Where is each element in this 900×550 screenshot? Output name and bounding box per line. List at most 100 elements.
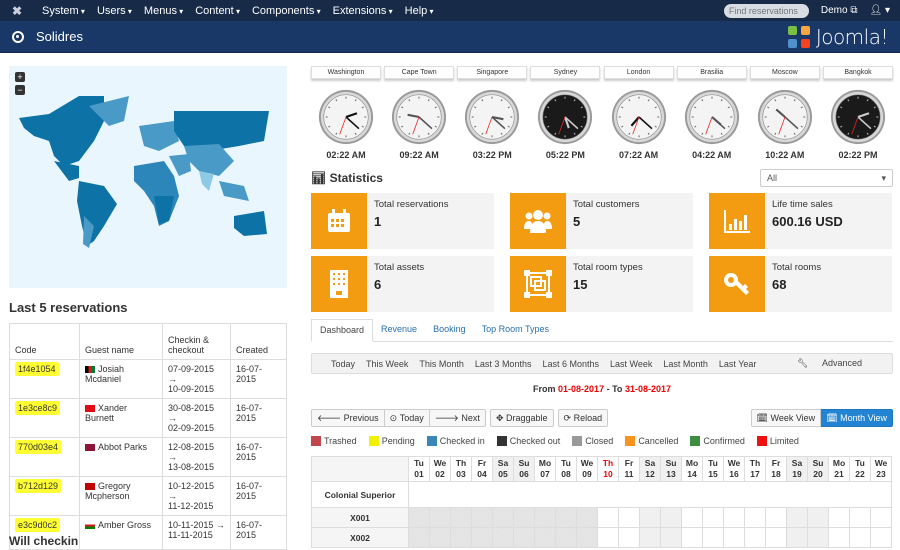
availability-cell[interactable] — [828, 507, 850, 528]
availability-cell[interactable] — [450, 507, 472, 528]
stat-label: Total reservations — [374, 199, 449, 210]
availability-cell[interactable] — [576, 507, 598, 528]
statistics-filter-select[interactable]: All ▾ — [760, 169, 893, 187]
availability-cell[interactable] — [849, 527, 871, 548]
stat-value: 1 — [374, 214, 382, 229]
availability-cell[interactable] — [807, 527, 829, 548]
day-number: 12 — [645, 469, 655, 479]
availability-cell[interactable] — [807, 507, 829, 528]
demo-site-link[interactable]: Demo ⧉ — [821, 5, 858, 16]
availability-cell[interactable] — [681, 507, 703, 528]
availability-cell[interactable] — [555, 507, 577, 528]
menu-system[interactable]: System — [36, 5, 91, 17]
guest-cell: Gregory Mcpherson — [79, 476, 163, 516]
month-view-button[interactable]: 🗓︎ Month View — [821, 409, 893, 427]
legend-swatch — [311, 436, 321, 446]
availability-cell[interactable] — [471, 527, 493, 548]
stat-label: Total assets — [374, 262, 425, 273]
availability-cell[interactable] — [429, 527, 451, 548]
tab-dashboard[interactable]: Dashboard — [311, 319, 374, 342]
menu-content[interactable]: Content — [189, 5, 246, 17]
tab-revenue[interactable]: Revenue — [373, 319, 425, 341]
range-this-month[interactable]: This Month — [419, 359, 464, 369]
availability-cell[interactable] — [492, 527, 514, 548]
reservation-code-link[interactable]: 770d03e4 — [15, 440, 62, 454]
map-zoom-out-button[interactable]: − — [15, 85, 25, 95]
availability-cell[interactable] — [534, 527, 556, 548]
availability-cell[interactable] — [702, 507, 724, 528]
title-bar: Solidres Joomla! — [0, 21, 900, 53]
availability-cell[interactable] — [870, 507, 892, 528]
tab-top-room-types[interactable]: Top Room Types — [474, 319, 557, 341]
joomla-menu-icon[interactable]: ✖ — [10, 4, 24, 18]
world-map[interactable]: + − — [9, 66, 287, 288]
availability-cell[interactable] — [660, 507, 682, 528]
availability-cell[interactable] — [660, 527, 682, 548]
availability-cell[interactable] — [681, 527, 703, 548]
availability-cell[interactable] — [744, 527, 766, 548]
availability-cell[interactable] — [786, 507, 808, 528]
week-view-button[interactable]: 🗓︎ Week View — [750, 409, 822, 427]
reservation-code-link[interactable]: 1e3ce8c9 — [15, 401, 61, 415]
checkin-date: 07-09-2015 — [168, 364, 215, 374]
draggable-button[interactable]: ✥ Draggable — [489, 409, 554, 427]
range-this-week[interactable]: This Week — [366, 359, 408, 369]
availability-cell[interactable] — [450, 527, 472, 548]
availability-cell[interactable] — [849, 507, 871, 528]
availability-cell[interactable] — [597, 507, 619, 528]
availability-cell[interactable] — [618, 527, 640, 548]
availability-cell[interactable] — [492, 507, 514, 528]
availability-cell[interactable] — [471, 507, 493, 528]
availability-cell[interactable] — [408, 527, 430, 548]
reload-button[interactable]: ⟳ Reload — [557, 409, 609, 427]
range-last-6-months[interactable]: Last 6 Months — [542, 359, 599, 369]
availability-cell[interactable] — [534, 507, 556, 528]
dates-cell: 30-08-2015 → 02-09-2015 — [162, 398, 231, 438]
tab-booking[interactable]: Booking — [425, 319, 474, 341]
reservation-code-link[interactable]: e3c9d0c2 — [15, 518, 61, 532]
world-clock: London 07:22 AM — [603, 66, 674, 160]
availability-cell[interactable] — [723, 507, 745, 528]
availability-cell[interactable] — [408, 507, 430, 528]
reservation-code-link[interactable]: 1f4e1054 — [15, 362, 59, 376]
availability-cell[interactable] — [702, 527, 724, 548]
availability-cell[interactable] — [870, 527, 892, 548]
key-icon — [709, 256, 765, 312]
availability-cell[interactable] — [639, 507, 661, 528]
range-last-week[interactable]: Last Week — [610, 359, 652, 369]
availability-cell[interactable] — [597, 527, 619, 548]
availability-cell[interactable] — [744, 507, 766, 528]
availability-cell[interactable] — [618, 507, 640, 528]
availability-cell[interactable] — [765, 527, 787, 548]
find-reservations-input[interactable] — [723, 3, 809, 18]
next-button[interactable]: 🡒 Next — [429, 409, 486, 427]
day-name: Sa — [497, 458, 509, 468]
map-zoom-in-button[interactable]: + — [15, 72, 25, 82]
range-last-3-months[interactable]: Last 3 Months — [475, 359, 532, 369]
availability-cell[interactable] — [828, 527, 850, 548]
availability-cell[interactable] — [513, 527, 535, 548]
availability-cell[interactable] — [723, 527, 745, 548]
user-menu[interactable]: 👤︎ ▾ — [869, 5, 890, 16]
range-last-year[interactable]: Last Year — [719, 359, 757, 369]
availability-cell[interactable] — [555, 527, 577, 548]
range-last-month[interactable]: Last Month — [663, 359, 708, 369]
availability-cell[interactable] — [639, 527, 661, 548]
today-button[interactable]: ⊙ Today — [384, 409, 430, 427]
range-today[interactable]: Today — [331, 359, 355, 369]
world-clock: Singapore 03:22 PM — [457, 66, 528, 160]
reservation-code-link[interactable]: b712d129 — [15, 479, 62, 493]
availability-cell[interactable] — [765, 507, 787, 528]
availability-cell[interactable] — [429, 507, 451, 528]
previous-button[interactable]: 🡐 Previous — [311, 409, 385, 427]
availability-cell[interactable] — [513, 507, 535, 528]
menu-menus[interactable]: Menus — [138, 5, 189, 17]
availability-cell[interactable] — [786, 527, 808, 548]
day-number: 22 — [855, 469, 865, 479]
menu-extensions[interactable]: Extensions — [327, 5, 399, 17]
availability-cell[interactable] — [576, 527, 598, 548]
advanced-button[interactable]: 🔧︎ Advanced — [797, 358, 873, 369]
menu-help[interactable]: Help — [399, 5, 440, 17]
menu-components[interactable]: Components — [246, 5, 327, 17]
menu-users[interactable]: Users — [91, 5, 138, 17]
